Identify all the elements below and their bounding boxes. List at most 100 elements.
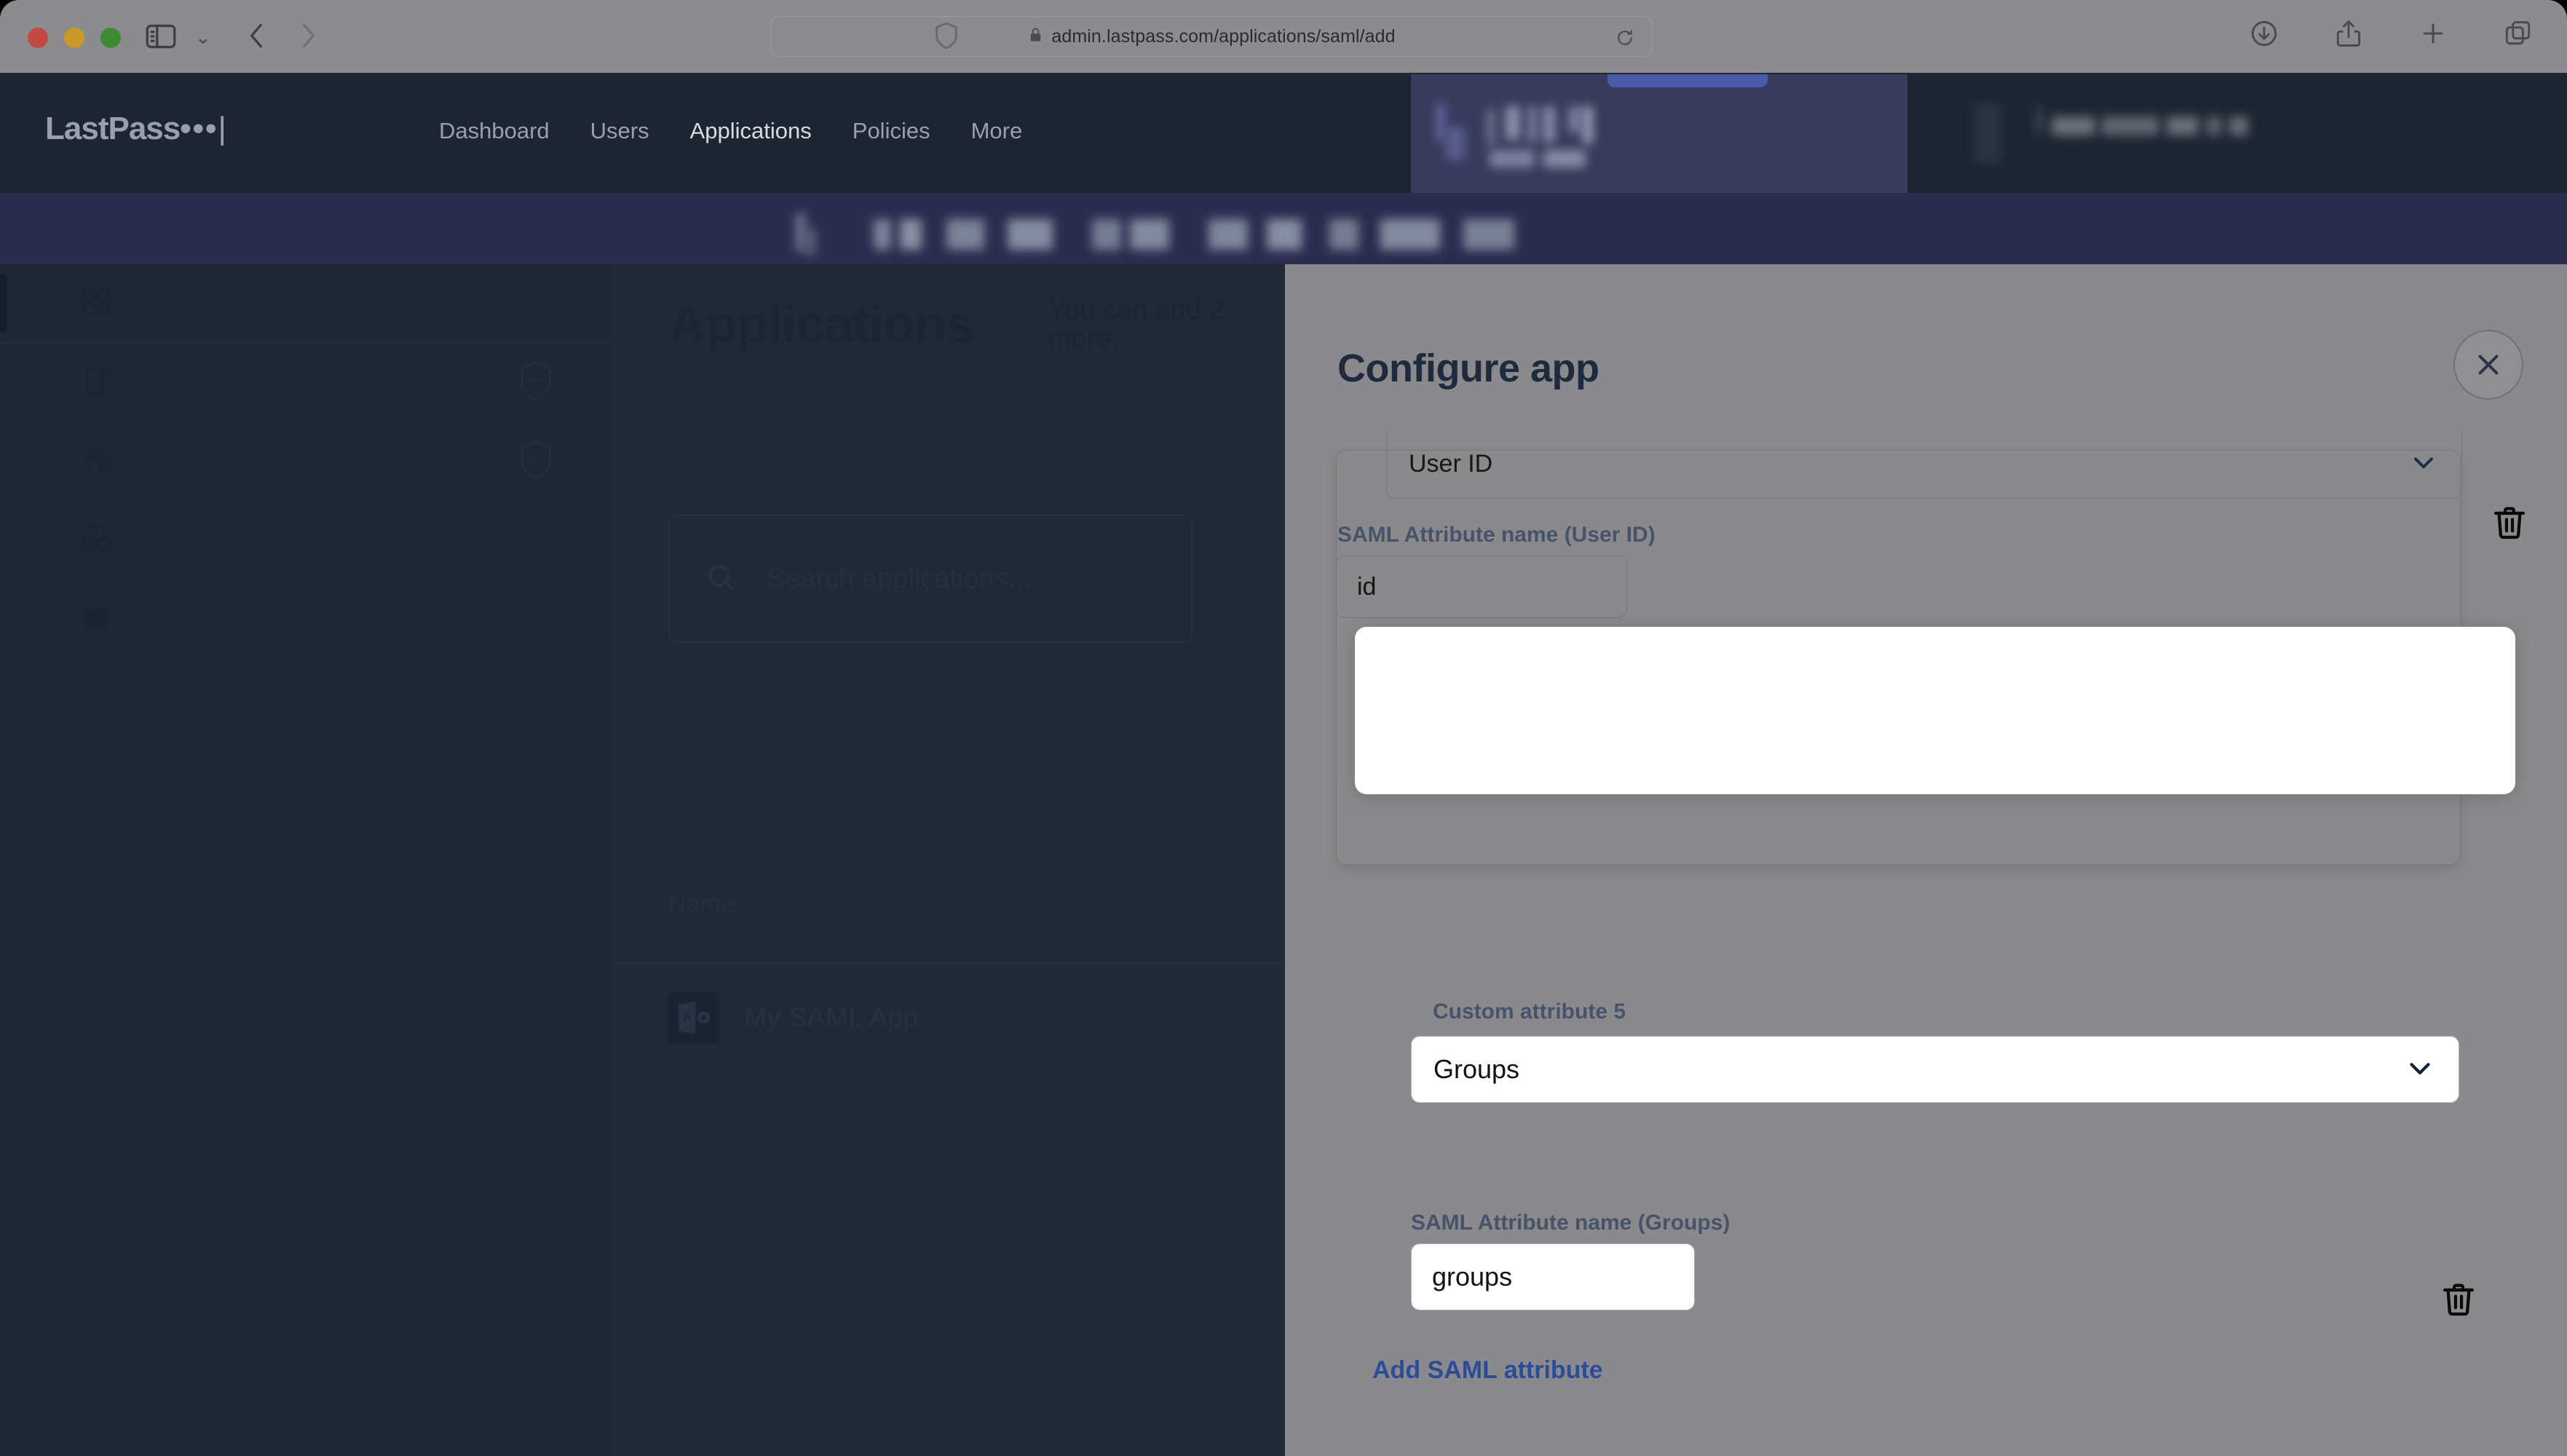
sidebar-item-label: SSO apps [140,290,253,318]
nav-chip-top-accent [1607,74,1768,87]
share-icon[interactable] [2333,17,2365,53]
redacted-block [874,219,891,250]
saml-attribute-name-label-groups: SAML Attribute name (Groups) [1411,1211,1730,1235]
redacted-block [1506,106,1520,140]
attribute-type-value: Groups [1433,1054,1519,1085]
add-saml-attribute-link[interactable]: Add SAML attribute [1372,1356,1603,1385]
app-quota-note: You can add 2 more. [1048,296,1281,355]
chevron-down-icon [2403,1051,2437,1088]
redacted-block [1490,150,1535,167]
saml-attribute-name-input-groups[interactable]: groups [1411,1243,1695,1310]
address-bar[interactable]: admin.lastpass.com/applications/saml/add [770,16,1653,57]
table-column-name: Name [668,890,735,919]
close-window-button[interactable] [28,28,48,48]
redacted-block [1527,106,1538,143]
window-traffic-lights [28,28,121,48]
url-text: admin.lastpass.com/applications/saml/add [1051,26,1395,47]
password-dots-icon [80,521,114,558]
redacted-block [1329,219,1358,250]
sidebar-item-mfa-apps[interactable]: MFA apps [0,343,612,422]
redacted-block [1446,127,1465,160]
redacted-block [2037,108,2041,134]
announcement-banner [0,193,2567,264]
search-applications-input[interactable]: Search applications... [668,515,1192,643]
phone-lock-icon [80,364,114,401]
redacted-block [1583,106,1593,144]
nav-link-dashboard[interactable]: Dashboard [419,118,570,144]
sidebar-toggle-icon[interactable] [143,18,179,58]
redacted-block [2052,116,2095,135]
table-row[interactable]: A My SAML App [668,992,918,1043]
sidebar-item-sso-apps[interactable]: SSO apps [0,264,612,343]
shared-folder-icon [80,600,114,637]
grid-apps-icon [80,285,114,323]
nav-link-applications[interactable]: Applications [670,118,832,144]
logo-text: LastPass [45,111,180,146]
back-chevron-icon[interactable] [239,17,275,58]
lastpass-logo[interactable]: LastPass•••| [45,111,226,147]
sidebar-item-label: Passwordless apps [140,447,353,475]
plus-icon[interactable] [2417,17,2449,53]
modal-title: Configure app [1337,346,1599,391]
browser-toolbar-right [2248,17,2534,53]
nav-link-users[interactable]: Users [570,118,670,144]
minimize-window-button[interactable] [64,28,84,48]
shield-badge-icon [517,438,555,484]
nav-link-policies[interactable]: Policies [832,118,951,144]
svg-text:A: A [683,1012,691,1025]
delete-attribute-button-user-id[interactable] [2490,503,2529,542]
delete-attribute-button-groups[interactable] [2439,1280,2478,1319]
avatar [1974,103,2001,163]
nav-redacted-chip[interactable] [1411,74,1907,193]
redacted-block [2167,116,2199,135]
maximize-window-button[interactable] [100,28,121,48]
redacted-block [1267,219,1302,250]
nav-user-redacted[interactable] [1958,74,2567,193]
search-icon [704,561,737,598]
sidebar-item-password-apps[interactable]: Password apps [0,500,612,579]
attribute-type-select-groups[interactable]: Groups [1411,1036,2459,1103]
redacted-block [1437,103,1444,141]
chevron-down-icon [2408,446,2440,482]
redacted-block [796,213,805,251]
sidebar-item-passwordless-apps[interactable]: Passwordless apps [0,422,612,500]
tab-overview-icon[interactable] [2501,17,2534,53]
redacted-block [946,219,984,250]
close-icon[interactable] [2453,330,2523,400]
browser-chrome: ⌄ admin.lastpass.com/applications/saml/a… [0,0,2567,73]
table-header-divider [612,963,1296,964]
redacted-block [1380,219,1440,250]
saml-attribute-name-input-user-id[interactable]: id [1336,555,1627,618]
redacted-block [900,219,922,250]
left-sidebar: SSO apps MFA apps [0,264,612,1456]
redacted-block [2206,116,2222,135]
redacted-block [1543,106,1555,143]
nav-link-more[interactable]: More [951,118,1043,144]
top-navigation-bar: LastPass•••| Dashboard Users Application… [0,73,2567,193]
app-body: SSO apps MFA apps [0,264,2567,1456]
redacted-block [1543,150,1586,167]
redacted-block [1568,106,1581,132]
sidebar-item-label: Password apps [140,526,309,554]
primary-nav-links: Dashboard Users Applications Policies Mo… [419,118,1043,144]
reload-icon[interactable] [1614,27,1636,52]
downloads-icon[interactable] [2248,17,2280,53]
redacted-block [2229,116,2248,135]
redacted-block [1130,219,1169,250]
search-placeholder: Search applications... [767,563,1031,595]
sidebar-item-shared-folders[interactable]: Shared folders [0,579,612,657]
chevron-down-icon[interactable]: ⌄ [195,26,211,49]
redacted-block [1008,219,1053,250]
main-content: Applications You can add 2 more. Search … [612,264,1296,1456]
saml-app-icon: A [668,992,719,1043]
forward-chevron-icon[interactable] [290,17,326,58]
lock-icon [1027,26,1044,47]
saml-attribute-name-value: id [1357,573,1376,601]
custom-attribute-5-label: Custom attribute 5 [1433,1000,1626,1024]
sidebar-item-label: Shared folders [140,604,301,633]
app-name: My SAML App [744,1002,918,1034]
fingerprint-lock-icon [80,443,114,480]
redacted-block [1487,109,1495,146]
sidebar-item-label: MFA apps [140,368,250,397]
attribute-type-select-user-id[interactable]: User ID [1386,430,2462,499]
